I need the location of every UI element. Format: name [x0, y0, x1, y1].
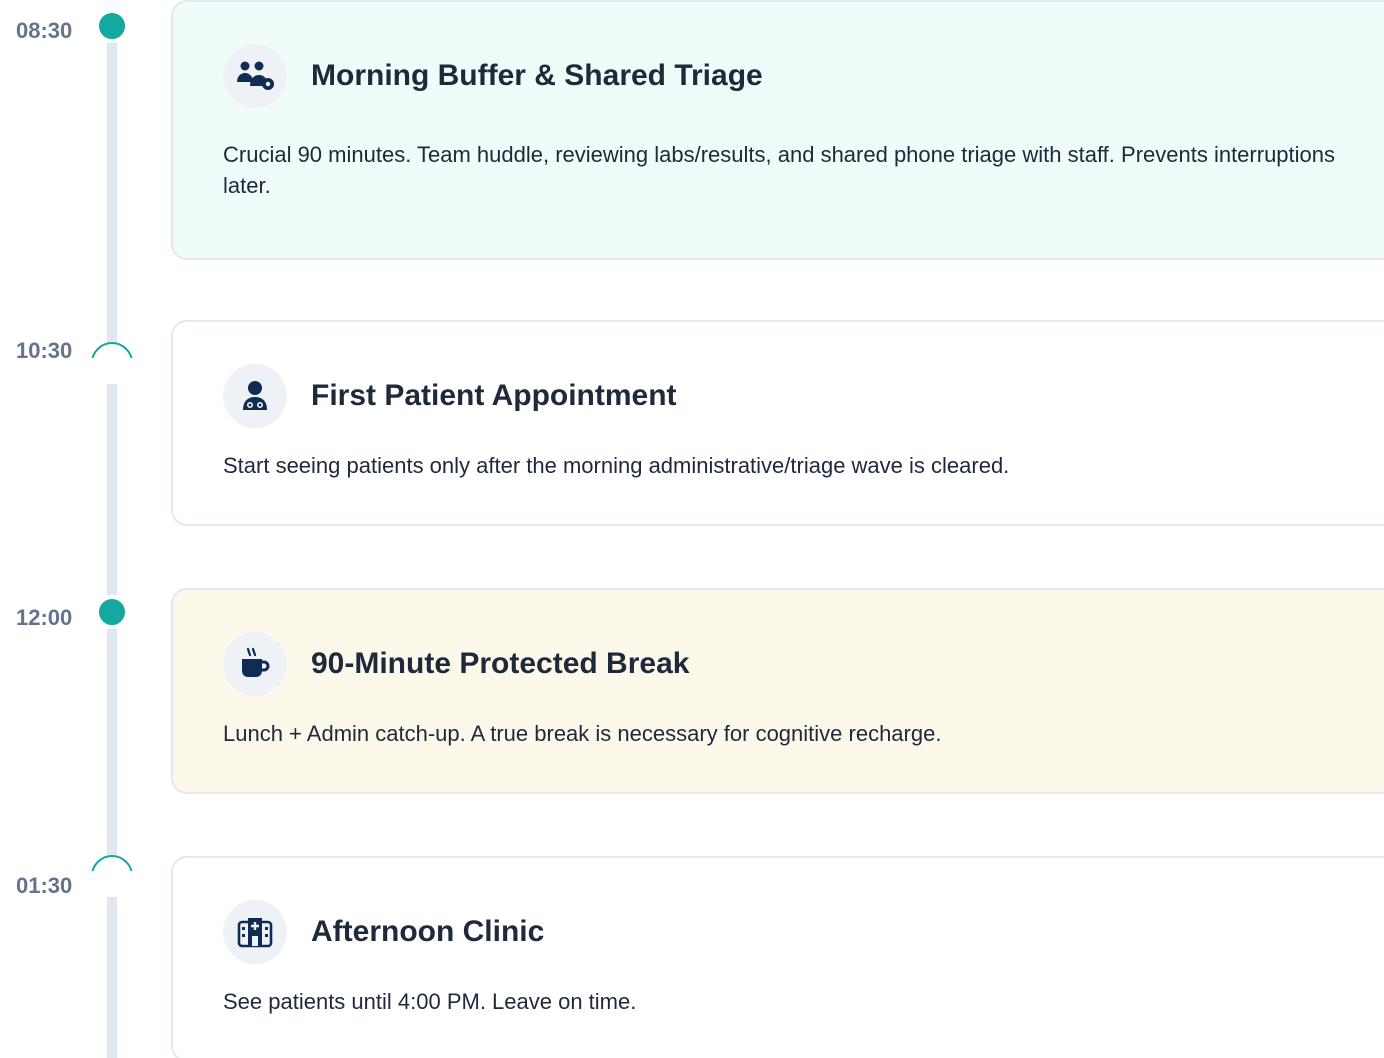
schedule-timeline: 08:30 Morning Buffer & Shared Triage Cru…: [0, 0, 1384, 1058]
event-description: Lunch + Admin catch-up. A true break is …: [223, 721, 942, 746]
timeline-node-hollow: [91, 855, 133, 897]
event-title: Afternoon Clinic: [311, 915, 545, 948]
coffee-mug-icon: [223, 632, 287, 696]
timeline-node-filled: [95, 9, 129, 43]
time-label: 01:30: [16, 873, 73, 898]
time-label: 10:30: [16, 338, 73, 363]
timeline-node-hollow: [91, 342, 133, 384]
event-title: First Patient Appointment: [311, 379, 677, 412]
event-description: Crucial 90 minutes. Team huddle, reviewi…: [223, 142, 1336, 198]
event-card-first-patient[interactable]: First Patient Appointment Start seeing p…: [171, 320, 1384, 526]
event-description: See patients until 4:00 PM. Leave on tim…: [223, 989, 637, 1014]
timeline-spine: [107, 28, 117, 1058]
team-triage-icon: [223, 44, 287, 108]
event-card-afternoon-clinic[interactable]: Afternoon Clinic See patients until 4:00…: [171, 856, 1384, 1058]
timeline-node-filled: [95, 595, 129, 629]
time-label: 08:30: [16, 18, 73, 43]
event-title: 90-Minute Protected Break: [311, 647, 690, 680]
hospital-icon: [223, 900, 287, 964]
event-card-morning-buffer[interactable]: Morning Buffer & Shared Triage Crucial 9…: [171, 0, 1384, 260]
time-label: 12:00: [16, 605, 73, 630]
doctor-icon: [223, 364, 287, 428]
event-title: Morning Buffer & Shared Triage: [311, 59, 763, 92]
event-card-protected-break[interactable]: 90-Minute Protected Break Lunch + Admin …: [171, 588, 1384, 794]
event-description: Start seeing patients only after the mor…: [223, 453, 1010, 478]
